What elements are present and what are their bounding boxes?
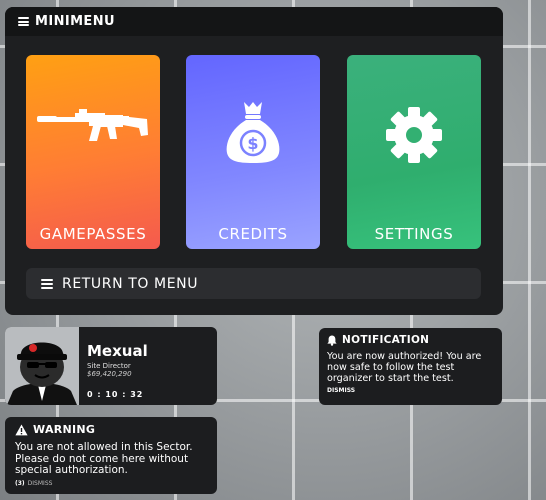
notification-dismiss-button[interactable]: DISMISS xyxy=(327,387,494,394)
gear-icon xyxy=(347,105,481,165)
profile-role: Site Director xyxy=(87,362,131,370)
warning-dismiss-button[interactable]: DISMISS xyxy=(28,480,53,487)
minimenu-header: MINIMENU xyxy=(5,7,503,36)
hamburger-icon xyxy=(41,278,53,289)
bell-icon xyxy=(327,335,337,346)
notification-message: You are now authorized! You are now safe… xyxy=(327,351,482,384)
money-bag-icon: $ xyxy=(186,99,320,165)
credits-label: CREDITS xyxy=(218,225,288,243)
warning-header: WARNING xyxy=(15,423,207,436)
warning-message: You are not allowed in this Sector. Plea… xyxy=(15,441,193,476)
warning-footer: (3) DISMISS xyxy=(15,480,207,487)
notification-card: NOTIFICATION You are now authorized! You… xyxy=(319,328,502,405)
warning-title: WARNING xyxy=(33,423,96,436)
gamepasses-tile[interactable]: GAMEPASSES xyxy=(26,55,160,249)
warning-icon xyxy=(15,424,28,436)
minimenu-title: MINIMENU xyxy=(35,14,115,29)
profile-credits: $69,420,290 xyxy=(87,370,132,378)
profile-name: Mexual xyxy=(87,342,148,360)
settings-label: SETTINGS xyxy=(374,225,454,243)
notification-header: NOTIFICATION xyxy=(327,334,494,346)
warning-countdown: (3) xyxy=(15,479,25,487)
minimenu-panel: MINIMENU GAMEPASSES $ CREDITS SETTINGS R… xyxy=(5,7,503,315)
session-timer: 0 : 10 : 32 xyxy=(87,390,144,399)
notification-title: NOTIFICATION xyxy=(342,334,430,346)
svg-text:$: $ xyxy=(247,134,258,153)
gamepasses-label: GAMEPASSES xyxy=(39,225,147,243)
warning-card: WARNING You are not allowed in this Sect… xyxy=(5,417,217,494)
rifle-icon xyxy=(26,105,160,145)
hamburger-icon xyxy=(18,17,29,26)
avatar xyxy=(5,327,79,405)
settings-tile[interactable]: SETTINGS xyxy=(347,55,481,249)
return-to-menu-label: RETURN TO MENU xyxy=(62,275,199,292)
credits-tile[interactable]: $ CREDITS xyxy=(186,55,320,249)
profile-card: Mexual Site Director $69,420,290 0 : 10 … xyxy=(5,327,217,405)
return-to-menu-button[interactable]: RETURN TO MENU xyxy=(26,268,481,299)
